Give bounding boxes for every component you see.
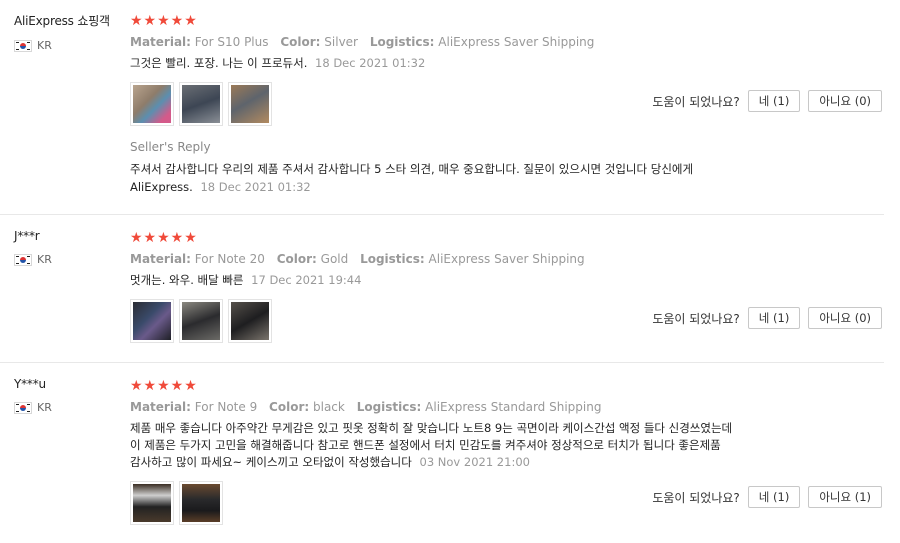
reviewer-country: KR bbox=[14, 253, 52, 266]
logistics-label: Logistics: bbox=[356, 400, 422, 414]
seller-reply-content: 주셔서 감사합니다 우리의 제품 주셔서 감사합니다 5 스타 의견, 매우 중… bbox=[130, 162, 694, 176]
review-content-line-2: 이 제품은 두가지 고민을 해결해줍니다 참고로 핸드폰 설정에서 터치 민감도… bbox=[130, 438, 721, 452]
color-label: Color: bbox=[276, 252, 317, 266]
helpful-yes-button[interactable]: 네 (1) bbox=[747, 90, 801, 112]
helpful-no-button[interactable]: 아니요 (0) bbox=[808, 307, 882, 329]
logistics-value: AliExpress Saver Shipping bbox=[438, 35, 595, 49]
review-photo-thumbnail[interactable] bbox=[228, 299, 272, 343]
material-value: For Note 9 bbox=[194, 400, 258, 414]
review-content: 그것은 빨리. 포장. 나는 이 프로듀서. bbox=[130, 56, 308, 70]
material-label: Material: bbox=[130, 35, 191, 49]
helpful-yes-button[interactable]: 네 (1) bbox=[747, 307, 801, 329]
seller-reply-content-2: AliExpress. bbox=[130, 180, 193, 194]
material-label: Material: bbox=[130, 400, 191, 414]
review-photo-thumbnail[interactable] bbox=[179, 82, 223, 126]
helpful-question: 도움이 되었나요? bbox=[652, 311, 740, 326]
review-date: 17 Dec 2021 19:44 bbox=[251, 273, 362, 287]
review-date: 18 Dec 2021 01:32 bbox=[315, 56, 426, 70]
review-photo-thumbnail[interactable] bbox=[130, 82, 174, 126]
helpful-no-button[interactable]: 아니요 (1) bbox=[808, 486, 882, 508]
helpful-yes-button[interactable]: 네 (1) bbox=[747, 486, 801, 508]
color-label: Color: bbox=[269, 400, 310, 414]
reviewer-country: KR bbox=[14, 401, 52, 414]
review-item: Y***u KR ★★★★★ Material: For Note 9 Colo… bbox=[0, 363, 884, 543]
review-text: 제품 매우 좋습니다 아주약간 무게감은 있고 핏옷 정확히 잘 맞습니다 노트… bbox=[130, 420, 884, 471]
kr-flag-icon bbox=[14, 253, 32, 266]
color-value: black bbox=[313, 400, 345, 414]
helpful-question: 도움이 되었나요? bbox=[652, 490, 740, 505]
seller-reply-date: 18 Dec 2021 01:32 bbox=[200, 180, 311, 194]
review-content: 멋개는. 와우. 배달 빠른 bbox=[130, 273, 244, 287]
star-rating: ★★★★★ bbox=[130, 378, 198, 394]
review-item: AliExpress 쇼핑객 KR ★★★★★ Material: For S1… bbox=[0, 0, 884, 215]
helpful-vote: 도움이 되었나요? 네 (1) 아니요 (0) bbox=[652, 90, 882, 112]
review-content-line-1: 제품 매우 좋습니다 아주약간 무게감은 있고 핏옷 정확히 잘 맞습니다 노트… bbox=[130, 421, 733, 435]
logistics-value: AliExpress Standard Shipping bbox=[425, 400, 602, 414]
review-photo-thumbnail[interactable] bbox=[228, 82, 272, 126]
product-attributes: Material: For Note 20 Color: Gold Logist… bbox=[130, 252, 884, 266]
star-rating: ★★★★★ bbox=[130, 230, 198, 246]
kr-flag-icon bbox=[14, 39, 32, 52]
helpful-vote: 도움이 되었나요? 네 (1) 아니요 (0) bbox=[652, 307, 882, 329]
review-photo-thumbnail[interactable] bbox=[130, 299, 174, 343]
review-text: 멋개는. 와우. 배달 빠른 17 Dec 2021 19:44 bbox=[130, 272, 884, 289]
color-label: Color: bbox=[280, 35, 321, 49]
reviewer-info: J***r KR bbox=[14, 229, 52, 266]
logistics-label: Logistics: bbox=[360, 252, 425, 266]
review-text: 그것은 빨리. 포장. 나는 이 프로듀서. 18 Dec 2021 01:32 bbox=[130, 55, 884, 72]
logistics-label: Logistics: bbox=[369, 35, 435, 49]
star-rating: ★★★★★ bbox=[130, 13, 198, 29]
color-value: Gold bbox=[320, 252, 349, 266]
product-attributes: Material: For S10 Plus Color: Silver Log… bbox=[130, 35, 884, 49]
reviewer-name: Y***u bbox=[14, 377, 46, 391]
seller-reply-text: 주셔서 감사합니다 우리의 제품 주셔서 감사합니다 5 스타 의견, 매우 중… bbox=[130, 160, 884, 196]
kr-flag-icon bbox=[14, 401, 32, 414]
review-content-line-3: 감사하고 많이 파세요~ 케이스끼고 오타없이 작성했습니다 bbox=[130, 455, 412, 469]
review-photo-thumbnail[interactable] bbox=[179, 299, 223, 343]
color-value: Silver bbox=[324, 35, 358, 49]
reviewer-info: Y***u KR bbox=[14, 377, 52, 414]
seller-reply-title: Seller's Reply bbox=[130, 140, 211, 154]
helpful-no-button[interactable]: 아니요 (0) bbox=[808, 90, 882, 112]
review-photo-thumbnail[interactable] bbox=[179, 481, 223, 525]
country-code: KR bbox=[37, 253, 52, 266]
helpful-question: 도움이 되었나요? bbox=[652, 94, 740, 109]
country-code: KR bbox=[37, 401, 52, 414]
product-attributes: Material: For Note 9 Color: black Logist… bbox=[130, 400, 884, 414]
review-date: 03 Nov 2021 21:00 bbox=[419, 455, 530, 469]
reviewer-name: J***r bbox=[14, 229, 40, 243]
logistics-value: AliExpress Saver Shipping bbox=[428, 252, 585, 266]
reviewer-country: KR bbox=[14, 39, 110, 52]
review-item: J***r KR ★★★★★ Material: For Note 20 Col… bbox=[0, 215, 884, 363]
helpful-vote: 도움이 되었나요? 네 (1) 아니요 (1) bbox=[652, 486, 882, 508]
material-value: For Note 20 bbox=[194, 252, 265, 266]
review-photo-thumbnail[interactable] bbox=[130, 481, 174, 525]
reviewer-info: AliExpress 쇼핑객 KR bbox=[14, 12, 110, 52]
reviewer-name: AliExpress 쇼핑객 bbox=[14, 14, 110, 28]
material-label: Material: bbox=[130, 252, 191, 266]
material-value: For S10 Plus bbox=[194, 35, 269, 49]
country-code: KR bbox=[37, 39, 52, 52]
